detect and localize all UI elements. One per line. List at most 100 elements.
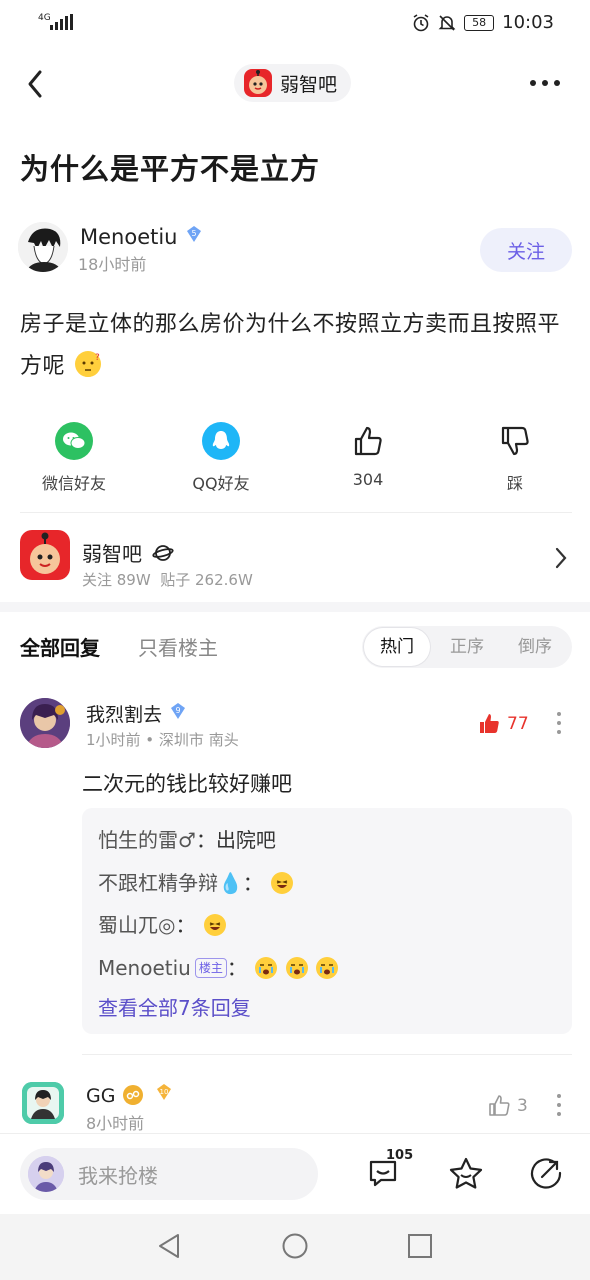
comment-time: 8小时前 [86,1114,145,1132]
forum-logo-icon [244,69,272,97]
dislike-button[interactable]: 踩 [455,422,575,494]
thinking-emoji-icon: ? [74,351,101,377]
nav-recents-icon[interactable] [407,1232,433,1260]
share-icon [530,1158,562,1189]
share-wechat-label: 微信好友 [41,474,106,493]
sort-desc[interactable]: 倒序 [502,626,568,668]
reply-input[interactable]: 我来抢楼 [20,1148,318,1200]
tab-op-only[interactable]: 只看楼主 [138,632,218,661]
op-tag: 楼主 [194,958,227,978]
forum-pill-name: 弱智吧 [280,73,338,96]
dislike-label: 踩 [506,474,523,493]
share-qq-button[interactable]: QQ好友 [161,422,281,494]
qq-icon [202,422,240,460]
comment-count-badge: 105 [386,1148,414,1163]
reply-item: 怕生的雷♂：出院吧 [98,828,276,852]
follow-button[interactable]: 关注 [480,228,572,272]
clock: 10:03 [502,12,554,33]
commenter-name[interactable]: GG 10 [86,1082,174,1107]
planet-icon [152,545,174,561]
cancer-zodiac-icon [122,1085,143,1105]
reply-item: 不跟杠精争辩💧： [98,867,294,896]
laughing-emoji-icon [203,914,226,936]
svg-text:9: 9 [176,706,181,715]
author-name[interactable]: Menoetiu 5 [80,224,204,249]
crying-emoji-icon [255,957,278,979]
share-wechat-button[interactable]: 微信好友 [14,422,134,494]
top-nav: 弱智吧 [0,48,590,120]
comment-text: 二次元的钱比较好赚吧 [82,772,292,796]
comments-button[interactable]: 105 [366,1148,413,1194]
battery-indicator: 58 [464,14,495,31]
favorite-button[interactable] [448,1156,484,1194]
reply-tabs: 全部回复 只看楼主 热门 正序 倒序 [0,624,590,670]
comment-meta: 1小时前 • 深圳市 南头 [86,731,239,749]
author-avatar[interactable] [18,222,68,272]
comment-item: GG 10 8小时前 3 [0,1076,590,1132]
tab-all-replies[interactable]: 全部回复 [20,632,100,661]
back-icon[interactable] [22,66,52,102]
share-button[interactable] [530,1156,564,1194]
thumbs-up-icon [349,422,387,460]
forum-pill[interactable]: 弱智吧 [234,64,352,102]
reply-item: 蜀山兀◎： [98,909,226,938]
comment-like-count: 77 [507,714,529,734]
post-body: 房子是立体的那么房价为什么不按照立方卖而且按照平方呢 ? [20,312,561,379]
svg-text:10: 10 [159,1088,168,1096]
my-avatar [28,1156,64,1192]
sort-asc[interactable]: 正序 [434,626,500,668]
divider [20,512,572,513]
comment-more-icon[interactable] [554,1092,564,1118]
more-options-icon[interactable] [530,80,560,86]
status-bar: 4G 58 10:03 [0,0,590,48]
system-nav-bar [0,1214,590,1280]
commenter-avatar[interactable] [20,698,70,748]
nav-back-icon[interactable] [156,1232,182,1260]
reply-preview-box[interactable]: 怕生的雷♂：出院吧 不跟杠精争辩💧： 蜀山兀◎： Menoetiu 楼主： 查看全… [82,808,572,1034]
like-button[interactable]: 304 [308,422,428,489]
view-all-replies-link[interactable]: 查看全部7条回复 [98,992,251,1021]
chevron-right-icon [555,547,567,569]
section-separator [0,602,590,612]
crying-emoji-icon [285,957,308,979]
post-author: Menoetiu 5 18小时前 关注 [18,222,572,278]
sort-hot[interactable]: 热门 [364,628,430,666]
comment-like-button[interactable]: 3 [488,1094,528,1118]
comment-like-button[interactable]: 77 [478,712,529,736]
like-count: 304 [352,470,384,489]
thumbs-down-icon [496,422,534,460]
forum-name: 弱智吧 [82,538,174,567]
share-qq-label: QQ好友 [192,474,250,493]
forum-card[interactable]: 弱智吧 关注 89W 贴子 262.6W [0,528,590,594]
forum-stats: 关注 89W 贴子 262.6W [82,571,253,589]
level-badge-icon: 5 [184,224,204,244]
network-type: 4G [38,13,51,23]
post-title: 为什么是平方不是立方 [20,152,321,186]
svg-text:5: 5 [192,229,197,238]
share-action-row: 微信好友 QQ好友 304 踩 [0,422,590,502]
nav-home-icon[interactable] [281,1232,309,1260]
star-icon [449,1157,483,1189]
level-badge-icon: 10 [154,1082,174,1102]
mute-icon [438,14,456,31]
divider [82,1054,572,1055]
alarm-icon [413,13,429,31]
thumbs-up-icon [489,1095,510,1116]
svg-text:?: ? [95,353,100,363]
forum-logo-icon [20,530,70,580]
laughing-emoji-icon [271,872,294,894]
signal-icon [50,14,73,30]
post-time: 18小时前 [78,255,147,274]
reply-input-bar: 我来抢楼 105 [0,1134,590,1214]
crying-emoji-icon [315,957,338,979]
commenter-avatar[interactable] [22,1082,64,1124]
comment-more-icon[interactable] [554,710,564,736]
level-badge-icon: 9 [168,701,188,721]
wechat-icon [55,422,93,460]
comment-like-count: 3 [517,1096,528,1116]
commenter-name[interactable]: 我烈割去 9 [86,700,188,727]
reply-item: Menoetiu 楼主： [98,952,338,981]
thumbs-up-filled-icon [480,714,499,733]
sort-toggle: 热门 正序 倒序 [362,626,572,668]
reply-placeholder: 我来抢楼 [78,1163,158,1188]
